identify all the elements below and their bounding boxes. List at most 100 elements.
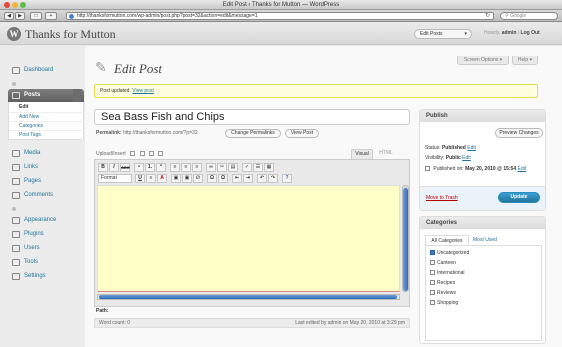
publish-heading[interactable]: Publish: [420, 110, 545, 122]
sidebar-item-comments[interactable]: Comments: [8, 189, 82, 202]
help-tab[interactable]: Help ▾: [512, 56, 538, 65]
posts-toggle-icon[interactable]: [73, 89, 81, 102]
outdent-icon[interactable]: ⇤: [232, 174, 242, 183]
spellcheck-icon[interactable]: ✓: [242, 163, 252, 172]
screen-options-tab[interactable]: Screen Options ▾: [457, 56, 509, 65]
timestamp-edit-link[interactable]: Edit: [518, 166, 527, 172]
logout-link[interactable]: Log Out: [521, 30, 540, 36]
sidebar-item-media[interactable]: Media: [8, 147, 82, 160]
tab-html[interactable]: HTML: [375, 149, 397, 159]
sidebar-item-links[interactable]: Links: [8, 161, 82, 174]
category-item[interactable]: Shopping: [430, 300, 458, 306]
category-item[interactable]: Reviews: [430, 290, 456, 296]
sidebar-item-posts[interactable]: Posts: [8, 89, 84, 102]
align-left-icon[interactable]: ≡: [170, 163, 180, 172]
checkbox[interactable]: [430, 300, 435, 306]
paste-text-icon[interactable]: ▣: [171, 174, 181, 183]
status-edit-link[interactable]: Edit: [467, 145, 476, 151]
sidebar-item-pages[interactable]: Pages: [8, 175, 82, 188]
sidebar-item-plugins[interactable]: Plugins: [8, 228, 82, 241]
add-image-icon[interactable]: [130, 151, 136, 157]
submenu-item-categories[interactable]: Categories: [9, 121, 85, 130]
sidebar-item-dashboard[interactable]: Dashboard: [8, 64, 82, 77]
insert-link-icon[interactable]: ∞: [206, 163, 216, 172]
bold-icon[interactable]: B: [98, 163, 108, 172]
preview-changes-button[interactable]: Preview Changes: [495, 128, 543, 138]
add-video-icon[interactable]: [139, 151, 145, 157]
view-post-button[interactable]: View Post: [285, 129, 319, 138]
change-permalinks-button[interactable]: Change Permalinks: [225, 129, 281, 138]
site-title[interactable]: Thanks for Mutton: [25, 27, 116, 42]
undo-icon[interactable]: ↶: [257, 174, 267, 183]
bookmark-icon[interactable]: □: [30, 12, 42, 20]
scrollbar-thumb[interactable]: [403, 188, 408, 291]
unlink-icon[interactable]: ✂: [217, 163, 227, 172]
visibility-edit-link[interactable]: Edit: [462, 155, 471, 161]
category-item[interactable]: Canteen: [430, 260, 456, 266]
category-item[interactable]: International: [430, 270, 465, 276]
sidebar-item-appearance[interactable]: Appearance: [8, 214, 82, 227]
forward-button[interactable]: ▶: [15, 12, 25, 20]
submenu-item-post-tags[interactable]: Post Tags: [9, 130, 85, 139]
move-to-trash-link[interactable]: Move to Trash: [426, 195, 458, 201]
indent-icon[interactable]: ⇥: [243, 174, 253, 183]
text-color-icon[interactable]: A: [157, 174, 167, 183]
sidebar-item-users[interactable]: Users: [8, 242, 82, 255]
add-media-icon[interactable]: [158, 151, 164, 157]
permalink-url[interactable]: http://thanksformutton.com/?p=32: [123, 130, 198, 136]
submenu-item-edit[interactable]: Edit: [9, 103, 85, 112]
checkbox[interactable]: [430, 290, 435, 296]
reload-icon[interactable]: ↻: [485, 13, 490, 19]
align-right-icon[interactable]: ≡: [192, 163, 202, 172]
category-item[interactable]: Uncategorized: [430, 250, 469, 256]
paste-word-icon[interactable]: ▣: [182, 174, 192, 183]
strikethrough-icon[interactable]: ABC: [120, 163, 130, 172]
post-title-input[interactable]: Sea Bass Fish and Chips: [94, 109, 410, 125]
remove-format-icon[interactable]: ∅: [193, 174, 203, 183]
checkbox[interactable]: [430, 270, 435, 276]
insert-media-icon[interactable]: Ω: [207, 174, 217, 183]
favorite-actions-dropdown[interactable]: Edit Posts ▾: [414, 29, 472, 39]
tab-most-used[interactable]: Most Used: [473, 235, 497, 245]
help-icon[interactable]: ?: [282, 174, 292, 183]
scrollbar-thumb[interactable]: [99, 295, 397, 299]
back-button[interactable]: ◀: [4, 12, 14, 20]
category-item[interactable]: Recipes: [430, 280, 455, 286]
tab-visual[interactable]: Visual: [351, 149, 373, 159]
editor-vertical-scrollbar[interactable]: [402, 185, 409, 292]
minimize-window-icon[interactable]: [12, 2, 18, 8]
categories-heading[interactable]: Categories: [420, 217, 545, 229]
sidebar-item-tools[interactable]: Tools: [8, 256, 82, 269]
checkbox-checked[interactable]: [430, 250, 435, 256]
insert-more-icon[interactable]: ▤: [228, 163, 238, 172]
address-bar[interactable]: http://thanksformutton.com/wp-admin/post…: [66, 12, 494, 20]
fullscreen-icon[interactable]: ☰: [253, 163, 263, 172]
underline-icon[interactable]: U: [135, 174, 145, 183]
sidebar-item-settings[interactable]: Settings: [8, 270, 82, 283]
numbered-list-icon[interactable]: 1.: [145, 163, 155, 172]
format-select[interactable]: Format: [98, 174, 132, 183]
blockquote-icon[interactable]: “: [156, 163, 166, 172]
close-window-icon[interactable]: [4, 2, 10, 8]
zoom-window-icon[interactable]: [20, 2, 26, 8]
checkbox[interactable]: [430, 280, 435, 286]
view-post-link[interactable]: View post: [132, 88, 154, 94]
add-bookmark-button[interactable]: +: [45, 12, 57, 20]
bullet-list-icon[interactable]: •: [134, 163, 144, 172]
search-input[interactable]: ⚲ Google: [500, 12, 558, 20]
username-link[interactable]: admin: [502, 30, 517, 36]
submenu-item-add-new[interactable]: Add New: [9, 112, 85, 121]
special-char-icon[interactable]: Ω: [218, 174, 228, 183]
tab-all-categories[interactable]: All Categories: [425, 235, 469, 245]
editor-content-area[interactable]: [97, 185, 400, 292]
status-value: Published: [441, 145, 466, 151]
add-audio-icon[interactable]: [148, 151, 154, 157]
justify-icon[interactable]: ≡: [146, 174, 156, 183]
kitchen-sink-icon[interactable]: ▦: [264, 163, 274, 172]
checkbox[interactable]: [430, 260, 435, 266]
align-center-icon[interactable]: ≡: [181, 163, 191, 172]
redo-icon[interactable]: ↷: [268, 174, 278, 183]
italic-icon[interactable]: I: [109, 163, 119, 172]
update-button[interactable]: Update: [498, 192, 540, 203]
editor-horizontal-scrollbar[interactable]: [97, 294, 400, 300]
